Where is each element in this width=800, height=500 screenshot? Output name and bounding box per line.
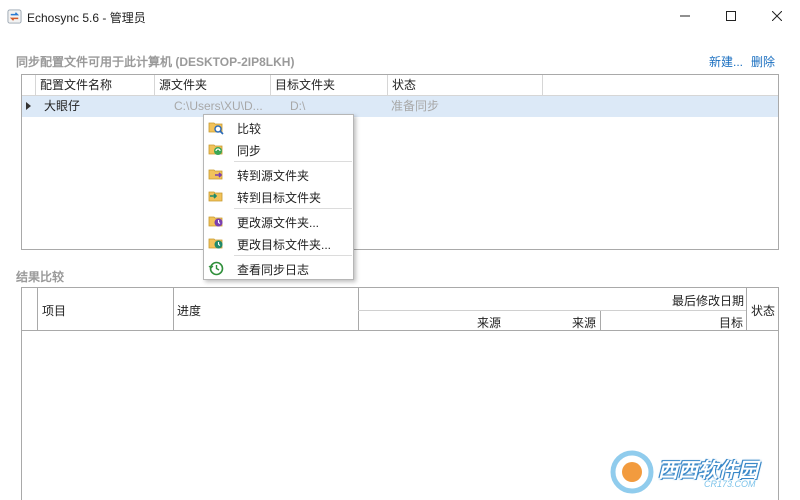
row-pointer-icon [26, 102, 31, 110]
menu-item-goto-target-label: 转到目标文件夹 [237, 191, 322, 205]
menu-item-goto-target[interactable]: 转到目标文件夹 [204, 185, 353, 207]
column-header-source-folder[interactable]: 源文件夹 [155, 75, 271, 96]
watermark-subtext: CR173.COM [704, 479, 756, 489]
menu-item-view-log[interactable]: 查看同步日志 [204, 257, 353, 279]
column-header-item[interactable]: 项目 [42, 302, 66, 319]
results-section-title: 结果比较 [16, 270, 65, 284]
column-header-result-status[interactable]: 状态 [751, 302, 775, 319]
column-header-last-modified[interactable]: 最后修改日期 [672, 292, 744, 309]
change-target-folder-icon [208, 238, 223, 249]
menu-separator [234, 208, 352, 209]
title-bar: Echosync 5.6 - 管理员 [0, 0, 800, 32]
menu-item-compare-label: 比较 [237, 122, 262, 136]
menu-item-change-target-label: 更改目标文件夹... [237, 238, 332, 252]
profile-name-cell: 大眼仔 [44, 99, 81, 113]
column-header-status[interactable]: 状态 [388, 75, 543, 96]
echosync-app-icon [7, 9, 22, 24]
menu-item-sync-label: 同步 [237, 144, 262, 158]
row-indicator-header [22, 75, 36, 96]
profiles-table[interactable]: 配置文件名称 源文件夹 目标文件夹 状态 大眼仔 C:\Users\XU\D..… [21, 74, 779, 250]
menu-separator [234, 161, 352, 162]
window-title: Echosync 5.6 - 管理员 [27, 11, 146, 25]
menu-item-goto-source-label: 转到源文件夹 [237, 169, 310, 183]
menu-item-goto-source[interactable]: 转到源文件夹 [204, 163, 353, 185]
goto-target-folder-icon [208, 191, 223, 202]
menu-item-change-source-label: 更改源文件夹... [237, 216, 320, 230]
status-cell: 准备同步 [391, 99, 440, 113]
maximize-icon [726, 11, 736, 21]
compare-folder-icon [208, 122, 224, 135]
new-profile-link[interactable]: 新建... [709, 53, 743, 70]
goto-source-folder-icon [208, 169, 223, 180]
menu-item-sync[interactable]: 同步 [204, 138, 353, 160]
profiles-table-header: 配置文件名称 源文件夹 目标文件夹 状态 [22, 75, 778, 96]
menu-item-change-source[interactable]: 更改源文件夹... [204, 210, 353, 232]
column-header-source-date[interactable]: 来源 [477, 314, 501, 331]
results-table-header: 项目 进度 最后修改日期 来源 来源 目标 状态 [22, 288, 778, 331]
profiles-section-title: 同步配置文件可用于此计算机 (DESKTOP-2IP8LKH) [16, 55, 295, 69]
close-icon [772, 11, 782, 21]
minimize-button[interactable] [662, 0, 708, 32]
sync-folder-icon [208, 144, 223, 155]
menu-item-compare[interactable]: 比较 [204, 116, 353, 138]
column-header-progress[interactable]: 进度 [177, 302, 201, 319]
minimize-icon [680, 15, 690, 17]
profile-context-menu: 比较 同步 转到源文件夹 转到目标文件夹 更改源文件夹... 更改目标文件夹..… [203, 114, 354, 280]
close-button[interactable] [754, 0, 800, 32]
menu-item-change-target[interactable]: 更改目标文件夹... [204, 232, 353, 254]
column-header-profile-name[interactable]: 配置文件名称 [36, 75, 155, 96]
site-watermark: 西西软件园 CR173.COM [608, 448, 788, 496]
change-source-folder-icon [208, 216, 223, 227]
delete-profile-link[interactable]: 删除 [751, 53, 775, 70]
menu-separator [234, 255, 352, 256]
column-header-target-date[interactable]: 目标 [719, 314, 743, 331]
maximize-button[interactable] [708, 0, 754, 32]
column-header-target-folder[interactable]: 目标文件夹 [271, 75, 388, 96]
history-log-icon [208, 261, 224, 276]
menu-item-view-log-label: 查看同步日志 [237, 263, 310, 277]
column-header-source-date-2[interactable]: 来源 [572, 314, 596, 331]
